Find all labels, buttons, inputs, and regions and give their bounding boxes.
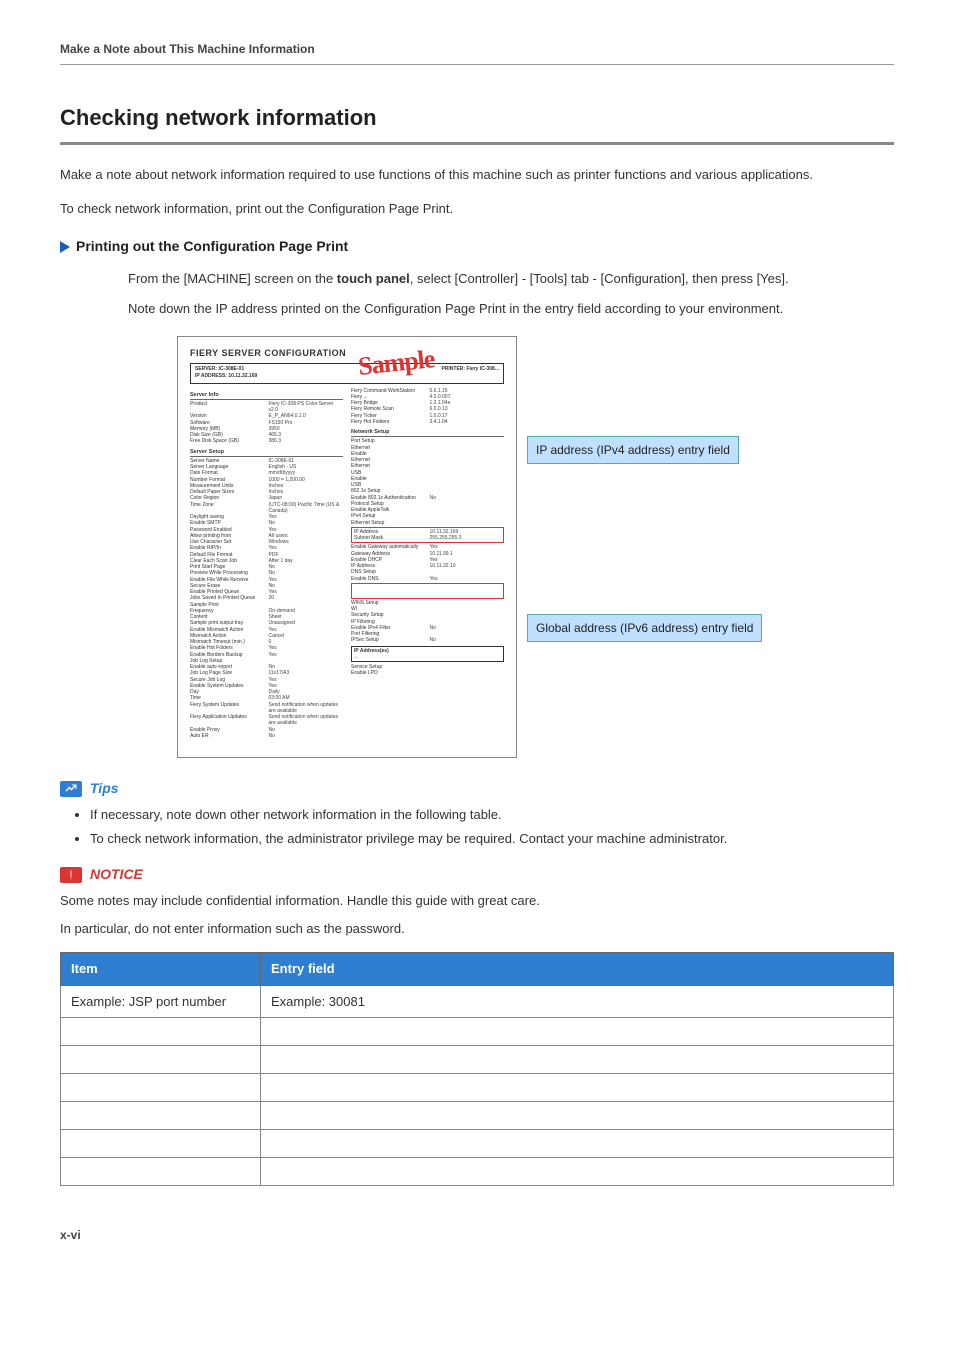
table-row: Example: JSP port numberExample: 30081: [61, 985, 894, 1018]
entry-table-header-item: Item: [61, 953, 261, 986]
sub-heading: Printing out the Configuration Page Prin…: [60, 236, 894, 257]
table-cell-field[interactable]: Example: 30081: [261, 985, 894, 1018]
config-row: ProductFiery IC-308 PS Color Server v2.0: [190, 401, 343, 414]
config-row: IPSec SetupNo: [351, 637, 504, 643]
notice-body: Some notes may include confidential info…: [60, 891, 894, 938]
step-2: Note down the IP address printed on the …: [128, 299, 894, 319]
page-title: Checking network information: [60, 101, 894, 145]
notice-line-2: In particular, do not enter information …: [60, 919, 894, 939]
step-1-suffix: , select [Controller] - [Tools] tab - [C…: [410, 271, 789, 286]
table-cell-field[interactable]: [261, 1074, 894, 1102]
table-row: [61, 1074, 894, 1102]
notice-heading: NOTICE: [60, 864, 894, 885]
tips-heading: Tips: [60, 778, 894, 799]
entry-table: Item Entry field Example: JSP port numbe…: [60, 952, 894, 1186]
config-row: Fiery System UpdatesSend notification wh…: [190, 702, 343, 715]
table-cell-field[interactable]: [261, 1102, 894, 1130]
triangle-bullet-icon: [60, 241, 70, 253]
tips-label: Tips: [90, 778, 119, 799]
table-cell-item[interactable]: [61, 1130, 261, 1158]
server-setup-heading: Server Setup: [190, 448, 343, 457]
step-1-bold: touch panel: [337, 271, 410, 286]
tips-list: If necessary, note down other network in…: [90, 805, 894, 848]
table-cell-item[interactable]: [61, 1018, 261, 1046]
tips-item: If necessary, note down other network in…: [90, 805, 894, 825]
server-info-heading: Server Info: [190, 391, 343, 400]
config-row: Enable DNSYes: [351, 576, 504, 582]
config-row: Time Zone(UTC-08:00) Pacific Time (US & …: [190, 502, 343, 515]
table-cell-field[interactable]: [261, 1130, 894, 1158]
intro-para-1: Make a note about network information re…: [60, 165, 894, 185]
table-cell-item[interactable]: [61, 1046, 261, 1074]
table-row: [61, 1130, 894, 1158]
config-row: Ethernet Setup: [351, 520, 504, 526]
config-bar-left: SERVER: IC-308E-01 IP ADDRESS: 10.11.32.…: [195, 366, 257, 381]
table-cell-field[interactable]: [261, 1018, 894, 1046]
table-cell-item[interactable]: [61, 1074, 261, 1102]
table-row: [61, 1018, 894, 1046]
config-row: Fiery Application UpdatesSend notificati…: [190, 714, 343, 727]
config-row: Subnet Mask255.255.255.0: [354, 535, 501, 541]
network-setup-heading: Network Setup: [351, 428, 504, 437]
entry-table-header-field: Entry field: [261, 953, 894, 986]
config-row: Fiery Hot Folders3.4.1.04: [351, 419, 504, 425]
table-row: [61, 1046, 894, 1074]
notice-icon: [60, 867, 82, 883]
config-right-col: Fiery Command WorkStation5.6.1.15Fiery .…: [351, 388, 504, 740]
ip-addresses-box: IP Address(es) ...: [351, 646, 504, 663]
sub-body: From the [MACHINE] screen on the touch p…: [128, 269, 894, 318]
config-row: Enable LPD: [351, 670, 504, 676]
table-cell-item[interactable]: [61, 1158, 261, 1186]
notice-label: NOTICE: [90, 864, 143, 885]
intro-para-2: To check network information, print out …: [60, 199, 894, 219]
entry-table-header-row: Item Entry field: [61, 953, 894, 986]
sub-heading-text: Printing out the Configuration Page Prin…: [76, 236, 348, 257]
callout-ipv4: IP address (IPv4 address) entry field: [527, 436, 739, 464]
config-bar-right: PRINTER: Fiery IC-308...: [441, 366, 499, 381]
table-cell-field[interactable]: [261, 1046, 894, 1074]
callout-ipv6: Global address (IPv6 address) entry fiel…: [527, 614, 762, 642]
table-cell-item: Example: JSP port number: [61, 985, 261, 1018]
config-left-col: Server Info ProductFiery IC-308 PS Color…: [190, 388, 343, 740]
tips-icon: [60, 781, 82, 797]
ipv4-highlight-box: IP Address10.11.32.169Subnet Mask255.255…: [351, 527, 504, 544]
config-header-bar: SERVER: IC-308E-01 IP ADDRESS: 10.11.32.…: [190, 363, 504, 384]
config-page-sample: FIERY SERVER CONFIGURATION SERVER: IC-30…: [177, 336, 517, 758]
table-cell-field[interactable]: [261, 1158, 894, 1186]
table-cell-item[interactable]: [61, 1102, 261, 1130]
step-1: From the [MACHINE] screen on the touch p…: [128, 269, 894, 289]
intro-block: Make a note about network information re…: [60, 165, 894, 218]
table-row: [61, 1102, 894, 1130]
ipv6-highlight-box: [351, 583, 504, 599]
notice-line-1: Some notes may include confidential info…: [60, 891, 894, 911]
config-page-title: FIERY SERVER CONFIGURATION: [190, 347, 504, 361]
config-row: Auto ERNo: [190, 733, 343, 739]
table-row: [61, 1158, 894, 1186]
config-row: Free Disk Space (GB)386.3: [190, 438, 343, 444]
running-header: Make a Note about This Machine Informati…: [60, 40, 894, 65]
running-header-text: Make a Note about This Machine Informati…: [60, 42, 315, 56]
tips-item: To check network information, the admini…: [90, 829, 894, 849]
config-figure: FIERY SERVER CONFIGURATION SERVER: IC-30…: [177, 336, 777, 758]
page-number: x-vi: [60, 1226, 894, 1244]
step-1-prefix: From the [MACHINE] screen on the: [128, 271, 337, 286]
